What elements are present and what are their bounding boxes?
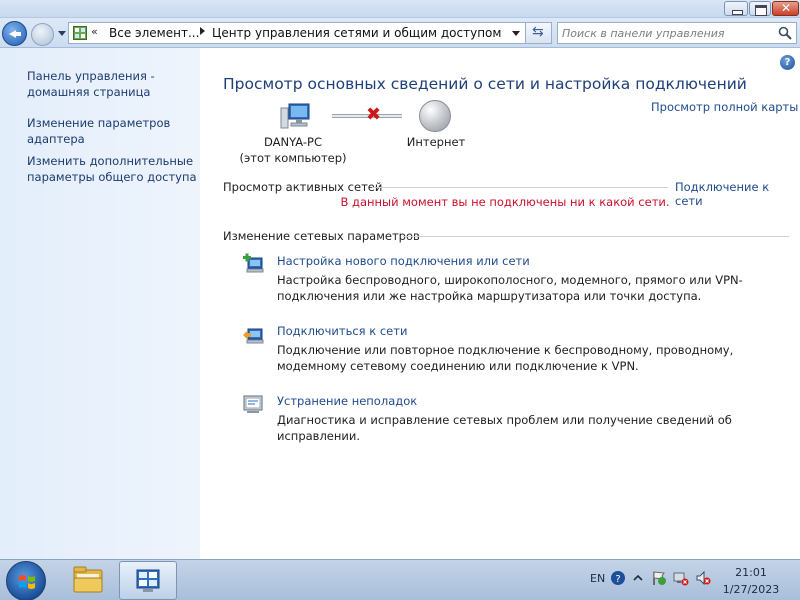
close-button[interactable] [772, 1, 799, 16]
internet-label: Интернет [406, 135, 466, 149]
not-connected-message: В данный момент вы не подключены ни к ка… [340, 195, 670, 209]
section-divider [372, 187, 668, 188]
troubleshoot-icon [243, 395, 263, 413]
address-bar[interactable]: « Все элемент... Центр управления сетями… [68, 22, 526, 44]
full-map-link[interactable]: Просмотр полной карты [651, 100, 798, 114]
section-divider [403, 236, 789, 237]
volume-muted-icon[interactable] [695, 570, 711, 586]
taskbar: EN ? 21:01 1/27/2023 [0, 559, 800, 600]
red-x-icon: ✖ [366, 104, 382, 125]
computer-icon [280, 103, 310, 129]
maximize-button[interactable] [749, 1, 771, 16]
sidebar: Панель управления - домашняя страница Из… [0, 48, 200, 559]
task-connect-network-link[interactable]: Подключиться к сети [277, 324, 407, 338]
task-new-connection-description: Настройка беспроводного, широкополосного… [277, 273, 743, 303]
change-settings-heading: Изменение сетевых параметров [223, 229, 420, 243]
task-connect-network-description: Подключение или повторное подключение к … [277, 343, 734, 373]
language-indicator[interactable]: EN [590, 572, 605, 585]
page-title: Просмотр основных сведений о сети и наст… [223, 75, 747, 93]
new-connection-icon [243, 253, 264, 273]
sidebar-item-adapter-settings[interactable]: Изменение параметров адаптера [27, 115, 197, 147]
sidebar-item-sharing-settings[interactable]: Изменить дополнительные параметры общего… [27, 153, 197, 185]
navigation-bar: « Все элемент... Центр управления сетями… [0, 18, 800, 48]
back-arrow-icon[interactable] [2, 21, 27, 46]
breadcrumb-network-center[interactable]: Центр управления сетями и общим доступом [212, 26, 501, 40]
minimize-button[interactable] [724, 1, 748, 16]
sidebar-item-control-panel-home[interactable]: Панель управления - домашняя страница [27, 68, 197, 100]
task-troubleshoot-description: Диагностика и исправление сетевых пробле… [277, 413, 732, 443]
title-bar [0, 0, 800, 18]
search-box[interactable] [557, 22, 797, 44]
task-new-connection-link[interactable]: Настройка нового подключения или сети [277, 254, 530, 268]
globe-icon [419, 100, 451, 132]
help-tray-icon[interactable]: ? [610, 570, 626, 586]
control-panel-icon [136, 569, 160, 592]
action-center-flag-icon[interactable] [651, 570, 667, 586]
active-networks-heading: Просмотр активных сетей [223, 180, 383, 194]
windows-logo-icon [19, 575, 35, 589]
show-hidden-icons-icon[interactable] [630, 570, 646, 586]
connect-network-icon [243, 328, 264, 344]
network-disconnected-icon[interactable] [673, 570, 689, 586]
svg-text:?: ? [615, 574, 620, 585]
taskbar-control-panel-button[interactable] [119, 561, 177, 600]
forward-arrow-icon[interactable] [31, 23, 54, 46]
breadcrumb-separator-icon[interactable] [200, 27, 205, 35]
clock-date[interactable]: 1/27/2023 [718, 583, 784, 596]
main-content: ? Просмотр основных сведений о сети и на… [200, 48, 800, 559]
breadcrumb-all-items[interactable]: Все элемент... [109, 26, 199, 40]
computer-subtitle: (этот компьютер) [239, 151, 347, 165]
refresh-icon: ⇆ [532, 24, 544, 40]
address-dropdown-icon[interactable] [512, 31, 520, 36]
task-troubleshoot-link[interactable]: Устранение неполадок [277, 394, 417, 408]
control-panel-icon [73, 26, 87, 40]
refresh-button[interactable]: ⇆ [526, 22, 552, 44]
explorer-folder-icon[interactable] [63, 562, 113, 599]
search-icon[interactable] [778, 26, 792, 40]
computer-name: DANYA-PC [264, 135, 322, 149]
start-button[interactable] [6, 561, 46, 600]
search-input[interactable] [562, 25, 767, 41]
recent-pages-dropdown-icon[interactable] [58, 31, 66, 36]
clock-time[interactable]: 21:01 [718, 566, 784, 579]
help-icon[interactable]: ? [780, 55, 795, 70]
breadcrumb-overflow[interactable]: « [91, 25, 98, 38]
